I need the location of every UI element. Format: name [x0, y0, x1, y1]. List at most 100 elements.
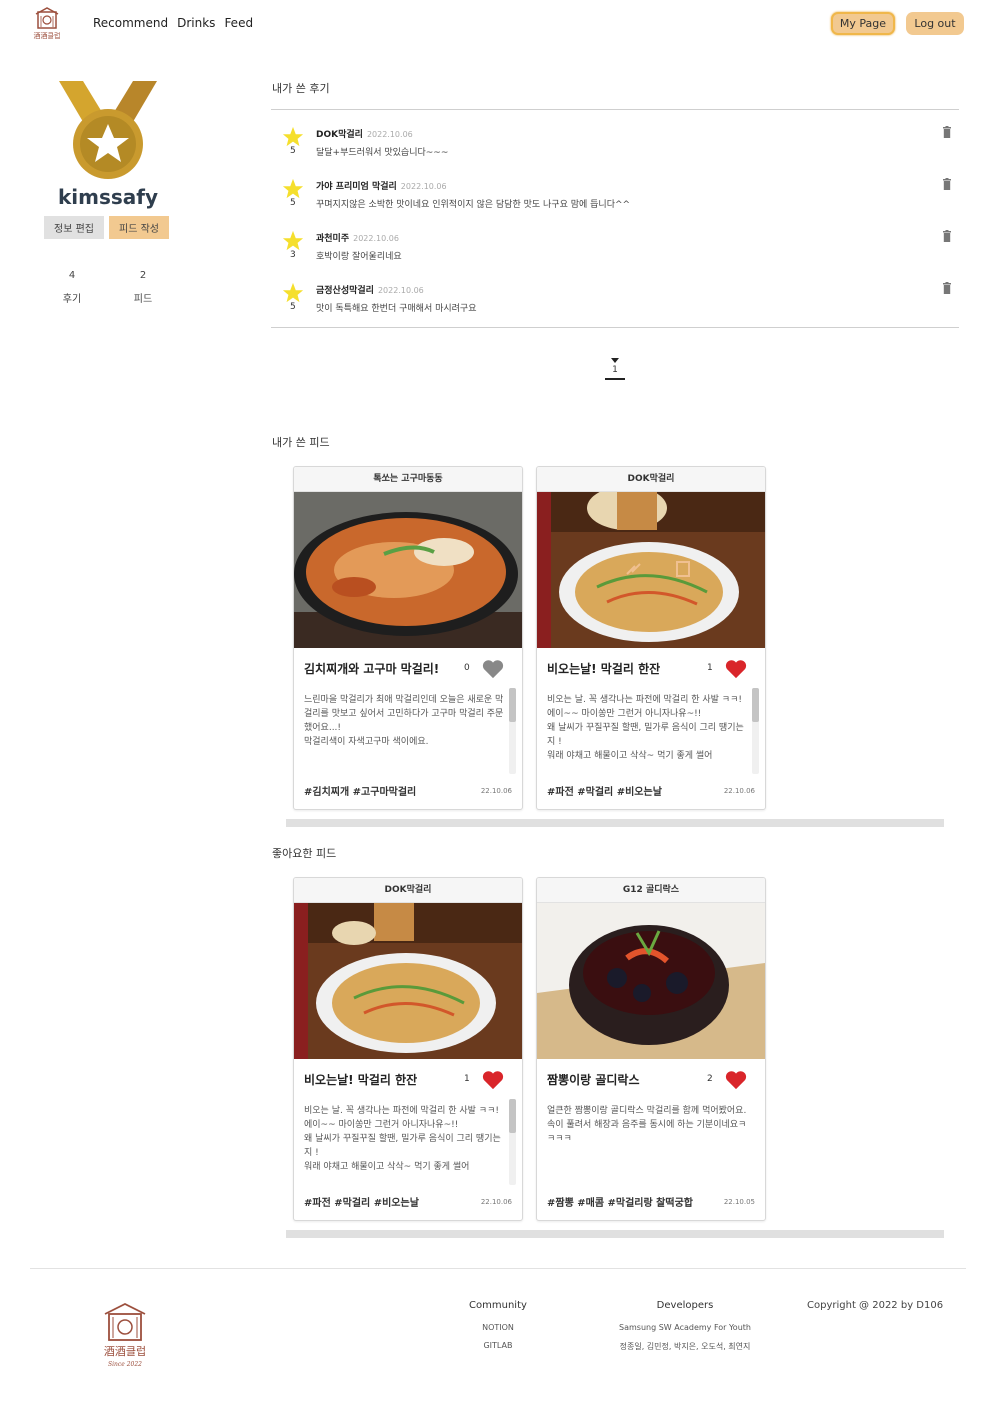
review-drink-name[interactable]: DOK막걸리 2022.10.06 [316, 127, 413, 140]
page-number[interactable]: 1 [605, 365, 625, 375]
like-count: 1 [464, 1074, 470, 1084]
nav-drinks[interactable]: Drinks [177, 16, 215, 30]
review-count-stat[interactable]: 4 후기 [52, 270, 92, 305]
svg-text:酒酒클럽: 酒酒클럽 [34, 31, 61, 40]
heart-icon[interactable] [482, 659, 504, 679]
feed-card[interactable]: G12 골디락스 짬뽕이랑 골디락스 2 얼큰한 짬뽕이랑 골디락스 막걸리를 … [536, 877, 766, 1221]
feed-drink-name: G12 골디락스 [537, 878, 765, 903]
review-rating: 5 [290, 302, 296, 312]
feed-title: 비오는날! 막걸리 한잔 [547, 662, 661, 676]
feed-card[interactable]: DOK막걸리 비오는날! 막걸리 한잔 1 비오는 날. 꼭 생각나는 파전에 … [293, 877, 523, 1221]
review-item: 3 과천미주 2022.10.06 호박이랑 잘어울리네요 [282, 230, 952, 274]
trash-icon[interactable] [942, 126, 952, 138]
stat-label: 피드 [133, 294, 153, 305]
username: kimssafy [57, 185, 159, 209]
divider [271, 109, 959, 110]
feed-title: 비오는날! 막걸리 한잔 [304, 1073, 418, 1087]
stat-number: 4 [68, 270, 76, 281]
medal-icon [59, 81, 157, 179]
scrollbar-thumb[interactable] [509, 1099, 516, 1133]
developers-heading: Developers [656, 1300, 714, 1311]
content-scrollbar[interactable] [509, 1099, 516, 1185]
review-text: 달달+부드러워서 맛있습니다~~~ [316, 148, 449, 158]
feed-image [294, 903, 522, 1059]
stat-number: 2 [139, 270, 147, 281]
nav-recommend[interactable]: Recommend [93, 16, 168, 30]
content-scrollbar[interactable] [509, 688, 516, 774]
star-icon [282, 230, 304, 251]
logo-icon[interactable]: 酒酒클럽 [30, 7, 64, 41]
review-rating: 5 [290, 146, 296, 156]
feed-paragraph: 비오는 날. 꼭 생각나는 파전에 막걸리 한 사발 ㅋㅋ! 에이~~ 마이쏭만… [304, 1106, 499, 1130]
feed-title: 김치찌개와 고구마 막걸리! [304, 662, 440, 676]
star-icon [282, 178, 304, 199]
nav-feed[interactable]: Feed [224, 16, 253, 30]
notion-link[interactable]: NOTION [460, 1323, 536, 1332]
feed-paragraph: 워래 야채고 해물이고 삭삭~ 먹기 좋게 썰어 [547, 751, 713, 761]
divider [271, 327, 959, 328]
feed-image [537, 492, 765, 648]
feed-drink-name: DOK막걸리 [294, 878, 522, 903]
active-page-indicator [605, 378, 625, 380]
heart-icon[interactable] [482, 1070, 504, 1090]
community-links: Community NOTION GITLAB [460, 1300, 536, 1359]
review-item: 5 가야 프리미엄 막걸리 2022.10.06 꾸며지지않은 소박한 맛이네요 … [282, 178, 952, 222]
feed-tags: #짬뽕 #매콤 #막걸리랑 찰떡궁합 [547, 1198, 693, 1209]
feed-date: 22.10.05 [723, 1198, 755, 1206]
feed-paragraph: 왜 날씨가 꾸질꾸질 할땐, 밀가루 음식이 그리 땡기는지 ! [304, 1134, 501, 1158]
horizontal-scrollbar[interactable] [286, 819, 944, 827]
trash-icon[interactable] [942, 230, 952, 242]
feed-paragraph: 속이 풀려서 해장과 음주를 동시에 하는 기분이네요ㅋㅋㅋㅋ [547, 1120, 747, 1144]
review-drink-label: 가야 프리미엄 막걸리 [316, 182, 397, 192]
gitlab-link[interactable]: GITLAB [460, 1341, 536, 1350]
review-text: 꾸며지지않은 소박한 맛이네요 인위적이지 않은 담담한 맛도 나구요 맘에 듭… [316, 200, 631, 210]
footer-divider [30, 1268, 966, 1269]
feed-card[interactable]: DOK막걸리 비오는날! 막걸리 한잔 1 비오는 날. 꼭 생각나는 파전에 … [536, 466, 766, 810]
trash-icon[interactable] [942, 282, 952, 294]
feed-paragraph: 막걸리색이 자색고구마 색이에요. [304, 737, 429, 747]
review-rating: 5 [290, 198, 296, 208]
feed-count-stat[interactable]: 2 피드 [123, 270, 163, 305]
horizontal-scrollbar[interactable] [286, 1230, 944, 1238]
logout-button[interactable]: Log out [906, 12, 964, 35]
write-feed-button[interactable]: 피드 작성 [109, 216, 169, 239]
feed-paragraph: 얼큰한 짬뽕이랑 골디락스 막걸리를 함께 먹어봤어요. [547, 1106, 747, 1116]
scrollbar-thumb[interactable] [509, 688, 516, 722]
review-text: 호박이랑 잘어울리네요 [316, 252, 402, 262]
review-text: 맛이 독특해요 한번더 구매해서 마시려구요 [316, 304, 477, 314]
stat-label: 후기 [62, 294, 82, 305]
my-page-button[interactable]: My Page [831, 12, 895, 35]
review-drink-name[interactable]: 금정산성막걸리 2022.10.06 [316, 283, 424, 296]
feed-image [294, 492, 522, 648]
star-icon [282, 282, 304, 303]
content-scrollbar[interactable] [752, 688, 759, 774]
heart-icon[interactable] [725, 1070, 747, 1090]
star-icon [282, 126, 304, 147]
like-count: 2 [707, 1074, 713, 1084]
review-drink-name[interactable]: 가야 프리미엄 막걸리 2022.10.06 [316, 179, 447, 192]
feed-card[interactable]: 톡쏘는 고구마동동 김치찌개와 고구마 막걸리! 0 느린마을 막걸리가 최애 … [293, 466, 523, 810]
feed-image [537, 903, 765, 1059]
community-heading: Community [469, 1300, 527, 1311]
developers-info: Developers Samsung SW Academy For Youth … [605, 1300, 765, 1361]
heart-icon[interactable] [725, 659, 747, 679]
review-date: 2022.10.06 [353, 234, 399, 243]
trash-icon[interactable] [942, 178, 952, 190]
review-date: 2022.10.06 [366, 130, 413, 139]
scrollbar-thumb[interactable] [752, 688, 759, 722]
feed-tags: #김치찌개 #고구마막걸리 [304, 787, 417, 798]
review-date: 2022.10.06 [400, 182, 447, 191]
feed-drink-name: DOK막걸리 [537, 467, 765, 492]
pagination[interactable]: 1 [605, 358, 625, 386]
review-item: 5 금정산성막걸리 2022.10.06 맛이 독특해요 한번더 구매해서 마시려… [282, 282, 952, 326]
review-drink-name[interactable]: 과천미주 2022.10.06 [316, 231, 399, 244]
review-date: 2022.10.06 [377, 286, 424, 295]
top-navbar: 酒酒클럽 Recommend Drinks Feed My Page Log o… [0, 0, 996, 48]
feed-paragraph: 느린마을 막걸리가 최애 막걸리인데 오늘은 새로운 막걸리를 맛보고 싶어서 … [304, 695, 504, 733]
feed-drink-name: 톡쏘는 고구마동동 [294, 467, 522, 492]
edit-profile-button[interactable]: 정보 편집 [44, 216, 104, 239]
feed-title: 짬뽕이랑 골디락스 [547, 1073, 640, 1087]
feed-date: 22.10.06 [480, 1198, 512, 1206]
svg-text:酒酒클럽: 酒酒클럽 [104, 1344, 146, 1358]
feed-content: 느린마을 막걸리가 최애 막걸리인데 오늘은 새로운 막걸리를 맛보고 싶어서 … [304, 693, 504, 777]
